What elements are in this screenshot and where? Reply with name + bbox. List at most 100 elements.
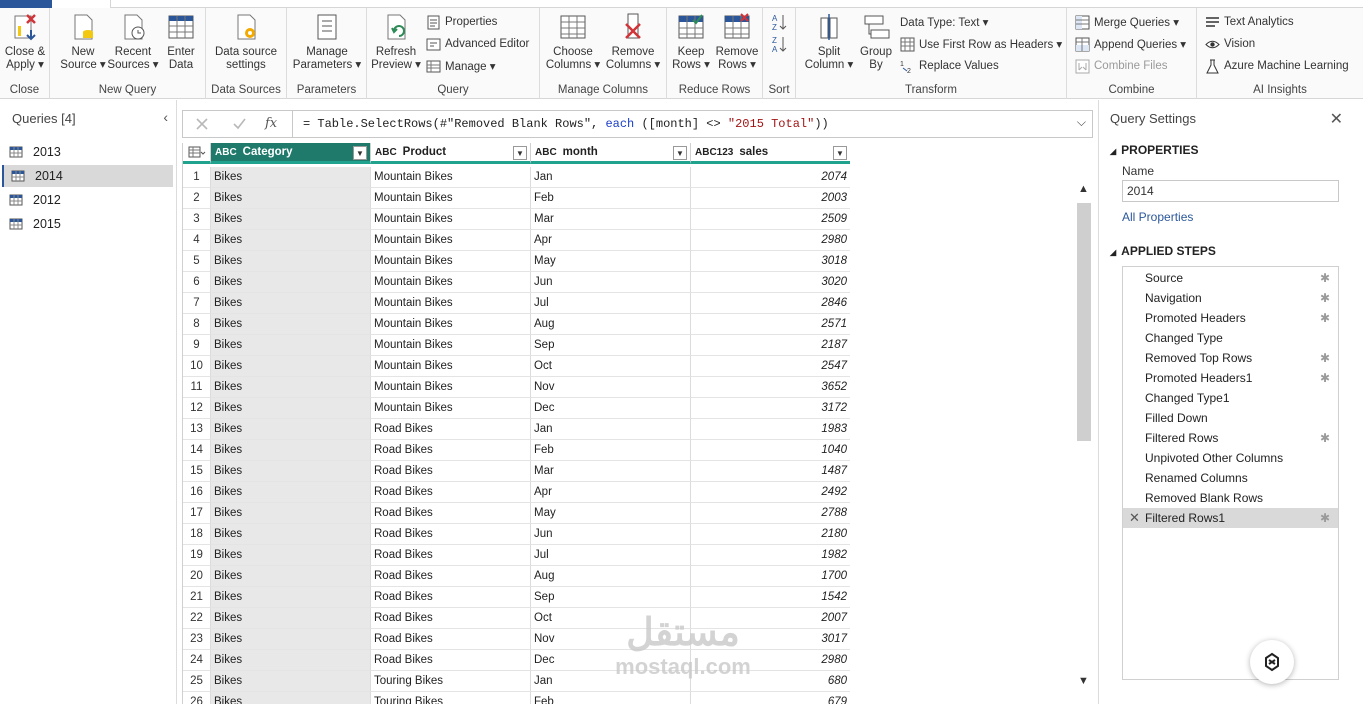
scroll-thumb[interactable] xyxy=(1077,203,1091,441)
category-cell[interactable]: Bikes xyxy=(211,461,371,482)
sales-cell[interactable]: 3020 xyxy=(691,272,850,293)
product-cell[interactable]: Mountain Bikes xyxy=(371,209,531,230)
column-header-month[interactable]: ABC month ▼ xyxy=(531,143,691,164)
append-queries-button[interactable]: Append Queries ▾ xyxy=(1075,34,1186,54)
month-cell[interactable]: Sep xyxy=(531,587,691,608)
sales-cell[interactable]: 2003 xyxy=(691,188,850,209)
category-cell[interactable]: Bikes xyxy=(211,671,371,692)
category-cell[interactable]: Bikes xyxy=(211,251,371,272)
month-cell[interactable]: Jun xyxy=(531,524,691,545)
sales-cell[interactable]: 2074 xyxy=(691,167,850,188)
product-cell[interactable]: Mountain Bikes xyxy=(371,335,531,356)
scroll-down-icon[interactable]: ▼ xyxy=(1078,675,1089,687)
refresh-preview-button[interactable]: Refresh Preview ▾ xyxy=(369,12,423,72)
table-row[interactable]: 12 Bikes Mountain Bikes Dec 3172 xyxy=(183,398,850,419)
category-cell[interactable]: Bikes xyxy=(211,419,371,440)
sales-cell[interactable]: 3652 xyxy=(691,377,850,398)
table-row[interactable]: 20 Bikes Road Bikes Aug 1700 xyxy=(183,566,850,587)
expand-formula-chevron-icon[interactable]: ⌵ xyxy=(1077,115,1086,130)
table-row[interactable]: 3 Bikes Mountain Bikes Mar 2509 xyxy=(183,209,850,230)
row-number[interactable]: 1 xyxy=(183,167,211,188)
category-cell[interactable]: Bikes xyxy=(211,293,371,314)
column-type-icon[interactable]: ABC123 xyxy=(695,147,733,158)
category-cell[interactable]: Bikes xyxy=(211,629,371,650)
manage-parameters-button[interactable]: Manage Parameters ▾ xyxy=(289,12,365,72)
gear-icon[interactable]: ✱ xyxy=(1320,348,1330,368)
row-number[interactable]: 10 xyxy=(183,356,211,377)
applied-step[interactable]: Filled Down xyxy=(1123,408,1338,428)
sales-cell[interactable]: 2846 xyxy=(691,293,850,314)
column-header-product[interactable]: ABC Product ▼ xyxy=(371,143,531,164)
month-cell[interactable]: Oct xyxy=(531,356,691,377)
category-cell[interactable]: Bikes xyxy=(211,587,371,608)
table-row[interactable]: 4 Bikes Mountain Bikes Apr 2980 xyxy=(183,230,850,251)
row-number[interactable]: 16 xyxy=(183,482,211,503)
table-row[interactable]: 8 Bikes Mountain Bikes Aug 2571 xyxy=(183,314,850,335)
row-number[interactable]: 17 xyxy=(183,503,211,524)
month-cell[interactable]: Apr xyxy=(531,482,691,503)
month-cell[interactable]: Jan xyxy=(531,167,691,188)
table-row[interactable]: 1 Bikes Mountain Bikes Jan 2074 xyxy=(183,167,850,188)
category-cell[interactable]: Bikes xyxy=(211,167,371,188)
table-row[interactable]: 14 Bikes Road Bikes Feb 1040 xyxy=(183,440,850,461)
properties-button[interactable]: Properties xyxy=(426,12,497,32)
gear-icon[interactable]: ✱ xyxy=(1320,308,1330,328)
month-cell[interactable]: Mar xyxy=(531,209,691,230)
enter-data-button[interactable]: Enter Data xyxy=(160,12,202,72)
row-number[interactable]: 7 xyxy=(183,293,211,314)
month-cell[interactable]: Jul xyxy=(531,545,691,566)
split-column-button[interactable]: Split Column ▾ xyxy=(802,12,856,72)
row-number[interactable]: 22 xyxy=(183,608,211,629)
category-cell[interactable]: Bikes xyxy=(211,230,371,251)
sales-cell[interactable]: 3018 xyxy=(691,251,850,272)
table-menu-button[interactable] xyxy=(183,143,211,164)
product-cell[interactable]: Touring Bikes xyxy=(371,671,531,692)
month-cell[interactable]: Feb xyxy=(531,188,691,209)
applied-step[interactable]: Changed Type xyxy=(1123,328,1338,348)
gear-icon[interactable]: ✱ xyxy=(1320,288,1330,308)
product-cell[interactable]: Mountain Bikes xyxy=(371,398,531,419)
filter-dropdown-icon[interactable]: ▼ xyxy=(353,146,367,160)
row-number[interactable]: 9 xyxy=(183,335,211,356)
new-source-button[interactable]: New Source ▾ xyxy=(58,12,108,72)
row-number[interactable]: 20 xyxy=(183,566,211,587)
category-cell[interactable]: Bikes xyxy=(211,650,371,671)
product-cell[interactable]: Mountain Bikes xyxy=(371,230,531,251)
month-cell[interactable]: Feb xyxy=(531,692,691,704)
category-cell[interactable]: Bikes xyxy=(211,692,371,704)
applied-step[interactable]: Removed Blank Rows xyxy=(1123,488,1338,508)
column-type-icon[interactable]: ABC xyxy=(535,147,557,158)
sort-ascending-button[interactable]: AZ xyxy=(771,12,791,32)
properties-section-header[interactable]: ◢ PROPERTIES xyxy=(1110,143,1199,157)
table-row[interactable]: 21 Bikes Road Bikes Sep 1542 xyxy=(183,587,850,608)
applied-step[interactable]: Promoted Headers ✱ xyxy=(1123,308,1338,328)
row-number[interactable]: 11 xyxy=(183,377,211,398)
row-number[interactable]: 19 xyxy=(183,545,211,566)
category-cell[interactable]: Bikes xyxy=(211,272,371,293)
sales-cell[interactable]: 2788 xyxy=(691,503,850,524)
row-number[interactable]: 13 xyxy=(183,419,211,440)
table-row[interactable]: 19 Bikes Road Bikes Jul 1982 xyxy=(183,545,850,566)
gear-icon[interactable]: ✱ xyxy=(1320,368,1330,388)
sales-cell[interactable]: 2980 xyxy=(691,230,850,251)
category-cell[interactable]: Bikes xyxy=(211,524,371,545)
row-number[interactable]: 14 xyxy=(183,440,211,461)
month-cell[interactable]: Sep xyxy=(531,335,691,356)
sales-cell[interactable]: 1487 xyxy=(691,461,850,482)
data-type-dropdown[interactable]: Data Type: Text ▾ xyxy=(900,12,988,32)
query-item-2012[interactable]: 2012 xyxy=(2,189,173,211)
manage-button[interactable]: Manage ▾ xyxy=(426,56,496,76)
applied-step[interactable]: Renamed Columns xyxy=(1123,468,1338,488)
commit-formula-icon[interactable] xyxy=(232,117,247,131)
product-cell[interactable]: Road Bikes xyxy=(371,650,531,671)
row-number[interactable]: 6 xyxy=(183,272,211,293)
product-cell[interactable]: Road Bikes xyxy=(371,482,531,503)
table-row[interactable]: 2 Bikes Mountain Bikes Feb 2003 xyxy=(183,188,850,209)
table-row[interactable]: 5 Bikes Mountain Bikes May 3018 xyxy=(183,251,850,272)
product-cell[interactable]: Road Bikes xyxy=(371,587,531,608)
product-cell[interactable]: Mountain Bikes xyxy=(371,314,531,335)
use-first-row-as-headers-button[interactable]: Use First Row as Headers ▾ xyxy=(900,34,1062,54)
azure-ml-button[interactable]: Azure Machine Learning xyxy=(1205,56,1349,76)
applied-steps-section-header[interactable]: ◢ APPLIED STEPS xyxy=(1110,244,1216,258)
product-cell[interactable]: Mountain Bikes xyxy=(371,377,531,398)
